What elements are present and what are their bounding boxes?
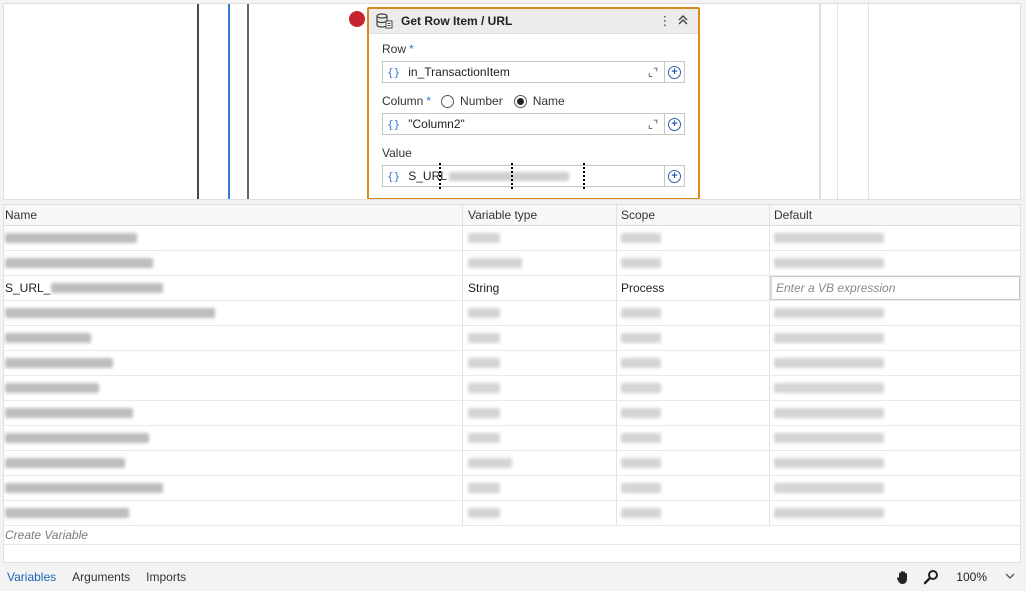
flow-connector-line-selected (228, 4, 230, 199)
activity-title: Get Row Item / URL (401, 14, 513, 28)
flow-connector-line (819, 4, 821, 199)
expression-braces-icon: {} (387, 117, 401, 131)
more-vertical-icon[interactable]: ⋮ (656, 13, 674, 29)
zoom-level[interactable]: 100% (956, 570, 987, 584)
table-row[interactable] (4, 351, 1020, 376)
column-field-label: Column * Number Name (382, 94, 565, 108)
default-value-input[interactable]: Enter a VB expression (770, 276, 1020, 300)
column-header-scope[interactable]: Scope (617, 205, 770, 225)
column-value: "Column2" (408, 117, 465, 131)
grid-header-row: Name Variable type Scope Default (4, 205, 1020, 226)
breakpoint-icon[interactable] (349, 11, 365, 27)
expression-braces-icon: {} (387, 65, 401, 79)
hand-icon[interactable] (894, 568, 912, 586)
table-row[interactable] (4, 426, 1020, 451)
table-row[interactable] (4, 251, 1020, 276)
chevron-down-icon[interactable] (1005, 571, 1015, 584)
flow-connector-line (868, 4, 869, 199)
expand-editor-icon[interactable]: ⌞⌝ (646, 66, 660, 79)
column-number-label: Number (460, 94, 503, 108)
table-row[interactable] (4, 301, 1020, 326)
flow-connector-line (247, 4, 249, 199)
table-row-selected[interactable]: S_URL_ String Process Enter a VB express… (4, 276, 1020, 301)
table-row[interactable] (4, 451, 1020, 476)
activity-header[interactable]: Get Row Item / URL ⋮ (369, 9, 698, 34)
variable-type-cell[interactable]: String (463, 276, 617, 300)
tab-imports[interactable]: Imports (146, 570, 186, 584)
column-name-radio[interactable] (513, 94, 527, 108)
database-icon (376, 13, 393, 29)
row-value: in_TransactionItem (408, 65, 510, 79)
table-row[interactable] (4, 501, 1020, 526)
column-header-type[interactable]: Variable type (463, 205, 617, 225)
bottom-panel-bar: Variables Arguments Imports 100% (3, 565, 1021, 589)
column-header-name[interactable]: Name (4, 205, 463, 225)
flow-connector-line (197, 4, 199, 199)
row-field-label: Row * (382, 42, 414, 56)
column-number-radio[interactable] (441, 94, 455, 108)
value-field-label: Value (382, 146, 412, 160)
selection-handle (511, 163, 513, 189)
designer-canvas[interactable]: Get Row Item / URL ⋮ Row * {} in_Transact… (3, 3, 1021, 200)
table-row[interactable] (4, 226, 1020, 251)
table-row[interactable] (4, 326, 1020, 351)
selection-handle (439, 163, 441, 189)
column-name-label: Name (532, 94, 565, 108)
create-variable-row[interactable]: Create Variable (4, 526, 1020, 545)
value-text: S_URL (408, 169, 660, 183)
variable-name-cell[interactable]: S_URL_ (4, 276, 463, 300)
zoom-search-icon[interactable] (922, 568, 940, 586)
collapse-icon[interactable] (674, 14, 692, 29)
table-row[interactable] (4, 401, 1020, 426)
tab-arguments[interactable]: Arguments (72, 570, 130, 584)
tab-variables[interactable]: Variables (7, 570, 56, 584)
variables-grid[interactable]: Name Variable type Scope Default S_URL_ … (3, 204, 1021, 563)
value-input[interactable]: {} S_URL (382, 163, 665, 189)
table-row[interactable] (4, 476, 1020, 501)
expression-braces-icon: {} (387, 169, 401, 183)
plus-icon: + (668, 169, 681, 183)
column-input[interactable]: {} "Column2" ⌞⌝ (382, 113, 665, 135)
get-row-item-activity[interactable]: Get Row Item / URL ⋮ Row * {} in_Transact… (367, 7, 700, 199)
value-plus-button[interactable]: + (665, 165, 685, 187)
column-header-default[interactable]: Default (770, 205, 1020, 225)
plus-icon: + (668, 65, 681, 79)
plus-icon: + (668, 117, 681, 131)
column-plus-button[interactable]: + (665, 113, 685, 135)
selection-handle (583, 163, 585, 189)
variable-scope-cell[interactable]: Process (617, 276, 770, 300)
expand-editor-icon[interactable]: ⌞⌝ (646, 118, 660, 131)
table-row[interactable] (4, 376, 1020, 401)
row-input[interactable]: {} in_TransactionItem ⌞⌝ (382, 61, 665, 83)
flow-connector-line (837, 4, 838, 199)
row-plus-button[interactable]: + (665, 61, 685, 83)
